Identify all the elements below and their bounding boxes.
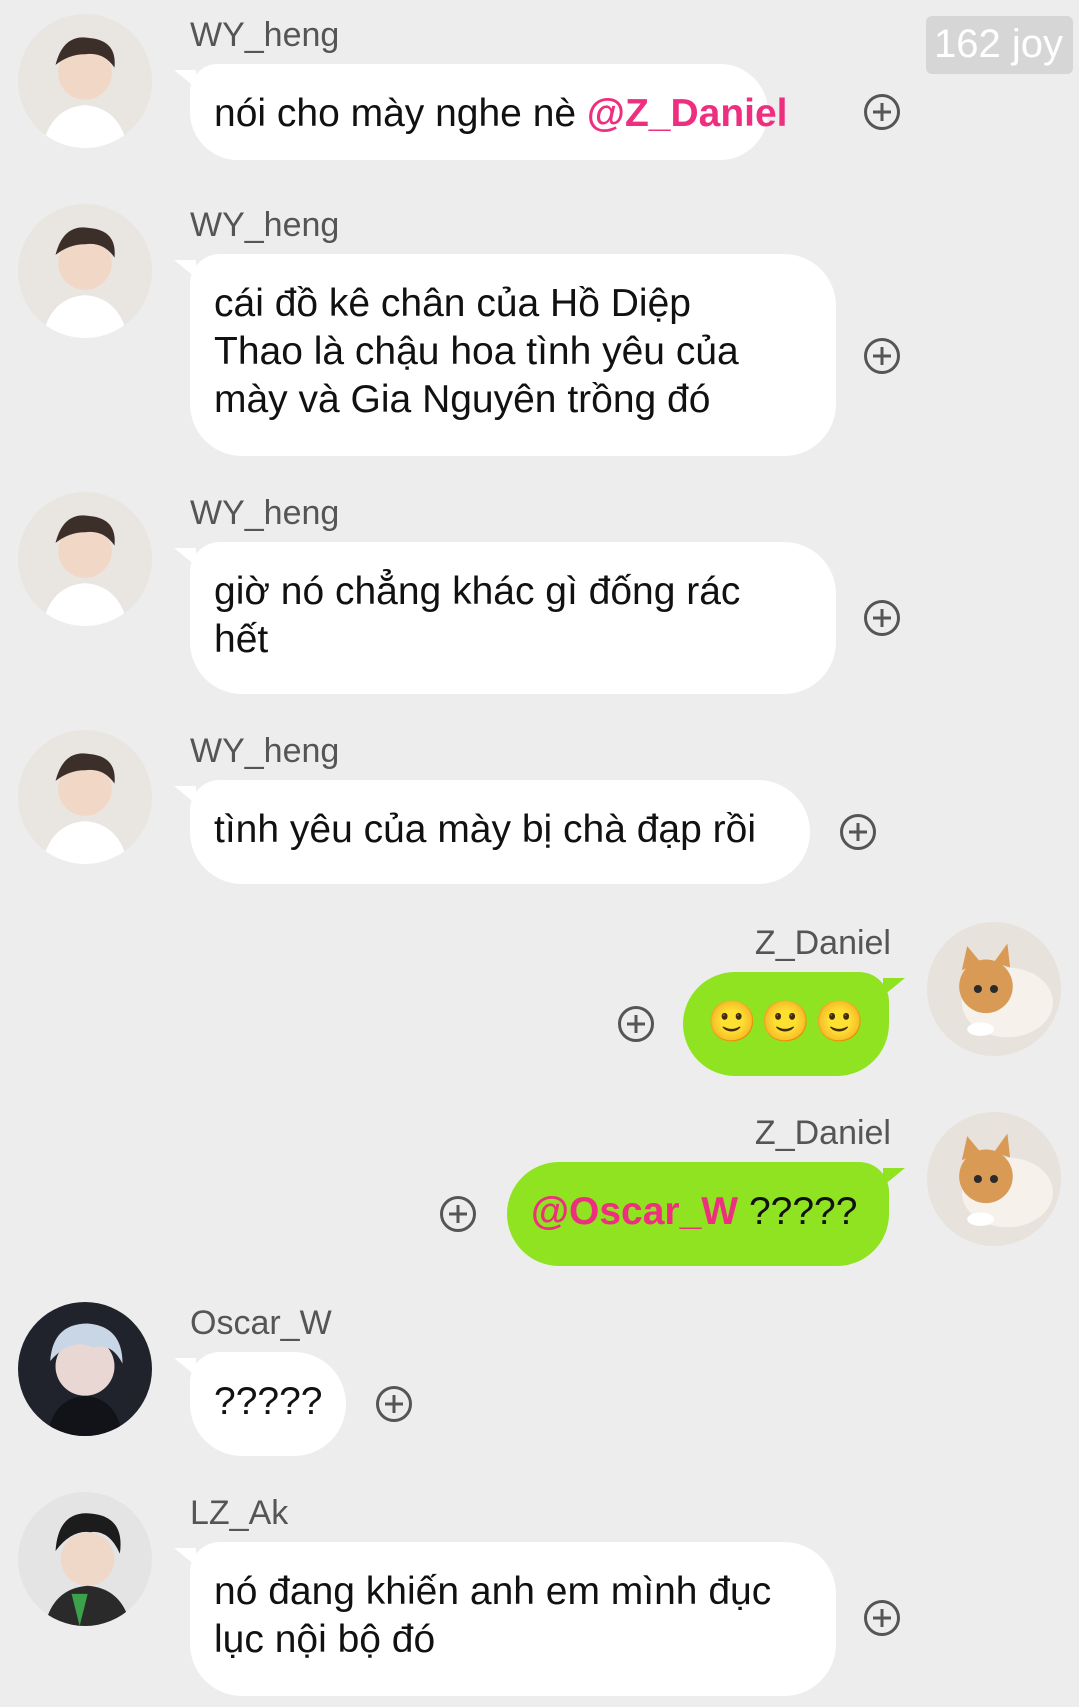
message-bubble[interactable]: giờ nó chẳng khác gì đống rác hết xyxy=(174,542,836,694)
add-reaction-icon[interactable] xyxy=(840,814,876,850)
add-reaction-icon[interactable] xyxy=(376,1386,412,1422)
message-bubble[interactable]: nó đang khiến anh em mình đục lục nội bộ… xyxy=(174,1542,836,1696)
message-item: Z_Daniel 🙂🙂🙂 xyxy=(0,922,1079,1082)
message-bubble[interactable]: ????? xyxy=(174,1352,346,1456)
message-bubble[interactable]: @Oscar_W ????? xyxy=(507,1162,905,1266)
add-reaction-icon[interactable] xyxy=(864,1600,900,1636)
message-text: 🙂🙂🙂 xyxy=(707,999,869,1045)
add-reaction-icon[interactable] xyxy=(864,94,900,130)
sender-name: Oscar_W xyxy=(190,1304,332,1342)
avatar-lz-ak[interactable] xyxy=(18,1492,152,1626)
message-text: ????? xyxy=(214,1380,323,1423)
mention-link[interactable]: @Oscar_W xyxy=(531,1190,738,1233)
sender-name: LZ_Ak xyxy=(190,1494,289,1532)
message-bubble[interactable]: 🙂🙂🙂 xyxy=(683,972,905,1076)
sender-name: WY_heng xyxy=(190,206,340,244)
message-item: WY_heng nói cho mày nghe nè @Z_Daniel xyxy=(0,14,1079,164)
message-item: WY_heng giờ nó chẳng khác gì đống rác hế… xyxy=(0,492,1079,694)
avatar-z-daniel[interactable] xyxy=(927,922,1061,1056)
sender-name: Z_Daniel xyxy=(754,924,891,962)
message-item: WY_heng tình yêu của mày bị chà đạp rồi xyxy=(0,730,1079,890)
avatar-wy-heng[interactable] xyxy=(18,204,152,338)
message-item: WY_heng cái đồ kê chân của Hồ Diệp Thao … xyxy=(0,204,1079,456)
message-text-line: nó đang khiến anh em mình đục xyxy=(214,1570,772,1613)
add-reaction-icon[interactable] xyxy=(440,1196,476,1232)
sender-name: WY_heng xyxy=(190,494,340,532)
message-bubble[interactable]: nói cho mày nghe nè @Z_Daniel xyxy=(174,64,788,160)
message-text-line: Thao là chậu hoa tình yêu của xyxy=(214,330,739,373)
message-text: tình yêu của mày bị chà đạp rồi xyxy=(214,808,756,851)
message-item: Z_Daniel @Oscar_W ????? xyxy=(0,1112,1079,1272)
message-bubble[interactable]: cái đồ kê chân của Hồ Diệp Thao là chậu … xyxy=(174,254,836,456)
avatar-wy-heng[interactable] xyxy=(18,730,152,864)
add-reaction-icon[interactable] xyxy=(618,1006,654,1042)
avatar-wy-heng[interactable] xyxy=(18,492,152,626)
sender-name: WY_heng xyxy=(190,732,340,770)
message-bubble[interactable]: tình yêu của mày bị chà đạp rồi xyxy=(174,780,810,884)
message-item: Oscar_W ????? xyxy=(0,1302,1079,1462)
mention-link[interactable]: @Z_Daniel xyxy=(587,92,788,135)
avatar-z-daniel[interactable] xyxy=(927,1112,1061,1246)
avatar-oscar-w[interactable] xyxy=(18,1302,152,1436)
message-text-line: giờ nó chẳng khác gì đống rác xyxy=(214,570,741,613)
add-reaction-icon[interactable] xyxy=(864,600,900,636)
message-text: nói cho mày nghe nè xyxy=(214,92,587,135)
add-reaction-icon[interactable] xyxy=(864,338,900,374)
message-text-line: mày và Gia Nguyên trồng đó xyxy=(214,378,711,421)
message-text: ????? xyxy=(738,1190,858,1233)
sender-name: WY_heng xyxy=(190,16,340,54)
message-item: LZ_Ak nó đang khiến anh em mình đục lục … xyxy=(0,1492,1079,1702)
message-text-line: hết xyxy=(214,618,269,661)
message-text-line: cái đồ kê chân của Hồ Diệp xyxy=(214,282,691,325)
sender-name: Z_Daniel xyxy=(754,1114,891,1152)
avatar-wy-heng[interactable] xyxy=(18,14,152,148)
message-text-line: lục nội bộ đó xyxy=(214,1618,436,1661)
